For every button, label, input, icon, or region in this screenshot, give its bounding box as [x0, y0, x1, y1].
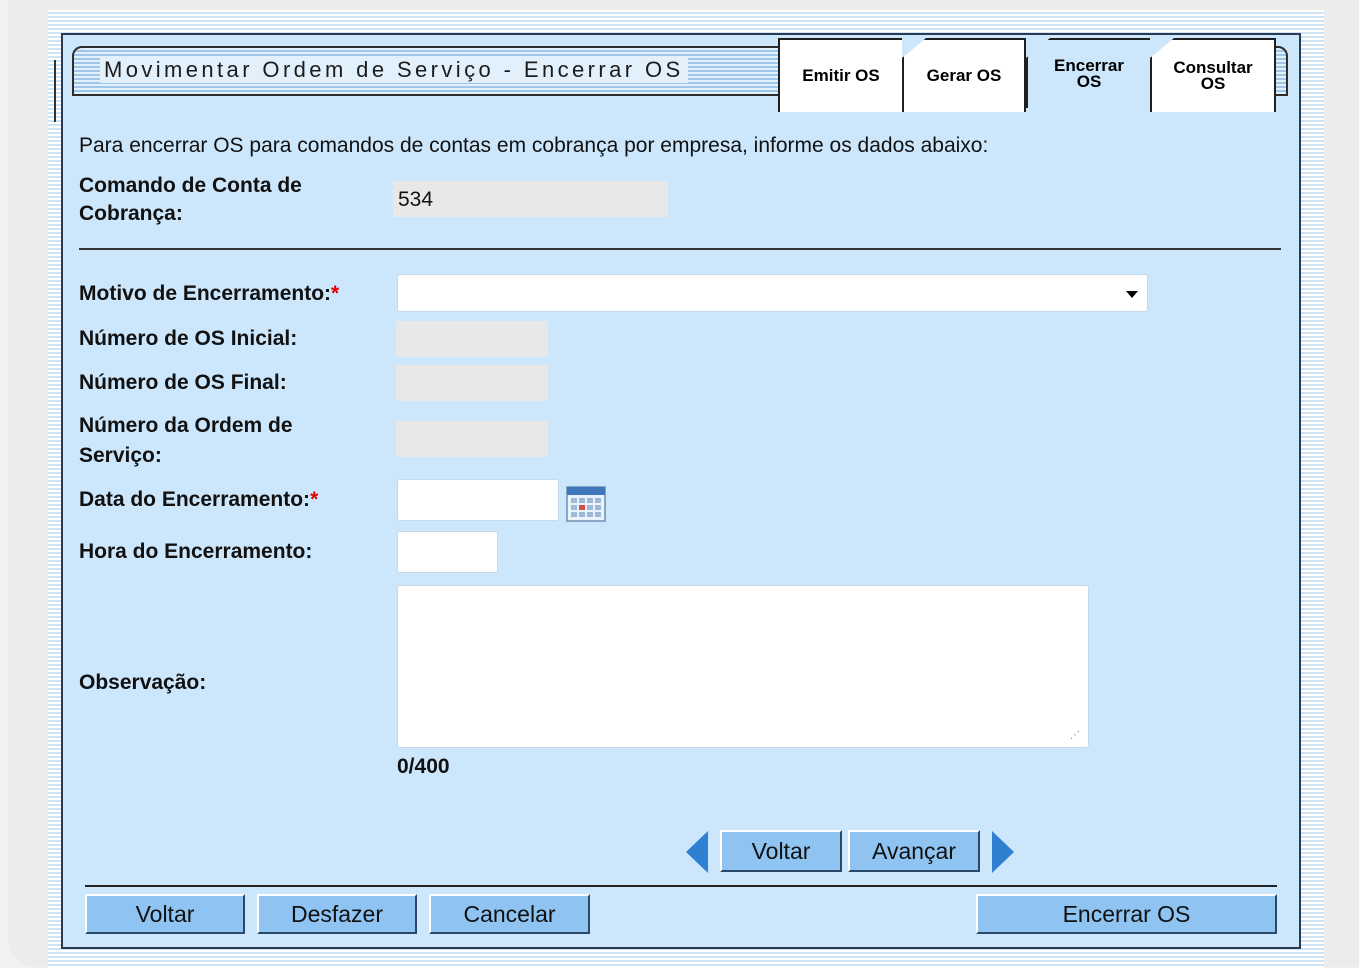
hora-input[interactable]: [397, 531, 498, 573]
observacao-label: Observação:: [79, 671, 207, 694]
comando-label-line2: Cobrança:: [79, 202, 183, 225]
data-label-text: Data do Encerramento:: [79, 488, 311, 511]
os-final-label: Número de OS Final:: [79, 371, 287, 394]
arrow-right-icon[interactable]: [992, 831, 1014, 873]
char-counter: 0/400: [397, 755, 450, 778]
tab-label-line2: OS: [1076, 72, 1102, 91]
intro-text: Para encerrar OS para comandos de contas…: [79, 134, 989, 157]
tab-consultar-os[interactable]: Consultar OS: [1150, 38, 1276, 112]
motivo-label-text: Motivo de Encerramento:: [79, 282, 332, 305]
nav-next-button[interactable]: Avançar: [848, 830, 980, 872]
ordem-servico-label-line2: Serviço:: [79, 444, 162, 467]
desfazer-button[interactable]: Desfazer: [257, 894, 417, 934]
motivo-label: Motivo de Encerramento:*: [79, 280, 339, 308]
arrow-left-icon[interactable]: [686, 831, 708, 873]
ordem-servico-label: Número da Ordem de Serviço:: [79, 411, 293, 471]
comando-field: [393, 181, 668, 217]
os-inicial-label: Número de OS Inicial:: [79, 327, 298, 350]
footer-divider: [85, 885, 1277, 887]
required-marker: *: [310, 488, 319, 511]
nav-back-button[interactable]: Voltar: [720, 830, 842, 872]
calendar-icon[interactable]: [566, 486, 606, 522]
tab-fold: [1026, 38, 1050, 58]
tab-gerar-os[interactable]: Gerar OS: [902, 38, 1026, 112]
tab-label: Gerar OS: [926, 66, 1002, 85]
cancelar-button[interactable]: Cancelar: [429, 894, 590, 934]
tab-encerrar-os[interactable]: Encerrar OS: [1026, 38, 1152, 108]
data-input[interactable]: [397, 479, 559, 521]
hora-label: Hora do Encerramento:: [79, 540, 313, 563]
tab-label: Consultar OS: [1173, 59, 1252, 93]
ordem-servico-label-line1: Número da Ordem de: [79, 414, 293, 437]
tab-fold: [902, 38, 926, 58]
tab-label: Emitir OS: [802, 66, 880, 85]
page-title: Movimentar Ordem de Serviço - Encerrar O…: [100, 57, 688, 83]
comando-label-line1: Comando de Conta de: [79, 174, 302, 197]
tab-emitir-os[interactable]: Emitir OS: [778, 38, 904, 112]
tab-fold: [1150, 38, 1174, 58]
observacao-textarea[interactable]: ⋰: [397, 585, 1089, 748]
chevron-down-icon: [1126, 291, 1138, 298]
required-marker: *: [331, 282, 340, 305]
os-final-field: [396, 365, 548, 401]
voltar-button[interactable]: Voltar: [85, 894, 245, 934]
motivo-select[interactable]: [397, 274, 1148, 312]
tab-label: Encerrar OS: [1054, 57, 1124, 91]
data-label: Data do Encerramento:*: [79, 486, 318, 514]
comando-label: Comando de Conta de Cobrança:: [79, 172, 302, 228]
os-inicial-field: [396, 321, 548, 357]
frame-left-edge: [54, 60, 56, 122]
tab-label-line2: OS: [1200, 74, 1226, 93]
ordem-servico-field: [396, 421, 548, 457]
encerrar-os-button[interactable]: Encerrar OS: [976, 894, 1277, 934]
divider: [79, 248, 1281, 250]
resize-handle-icon[interactable]: ⋰: [1070, 730, 1080, 741]
comando-value: 534: [398, 188, 434, 211]
